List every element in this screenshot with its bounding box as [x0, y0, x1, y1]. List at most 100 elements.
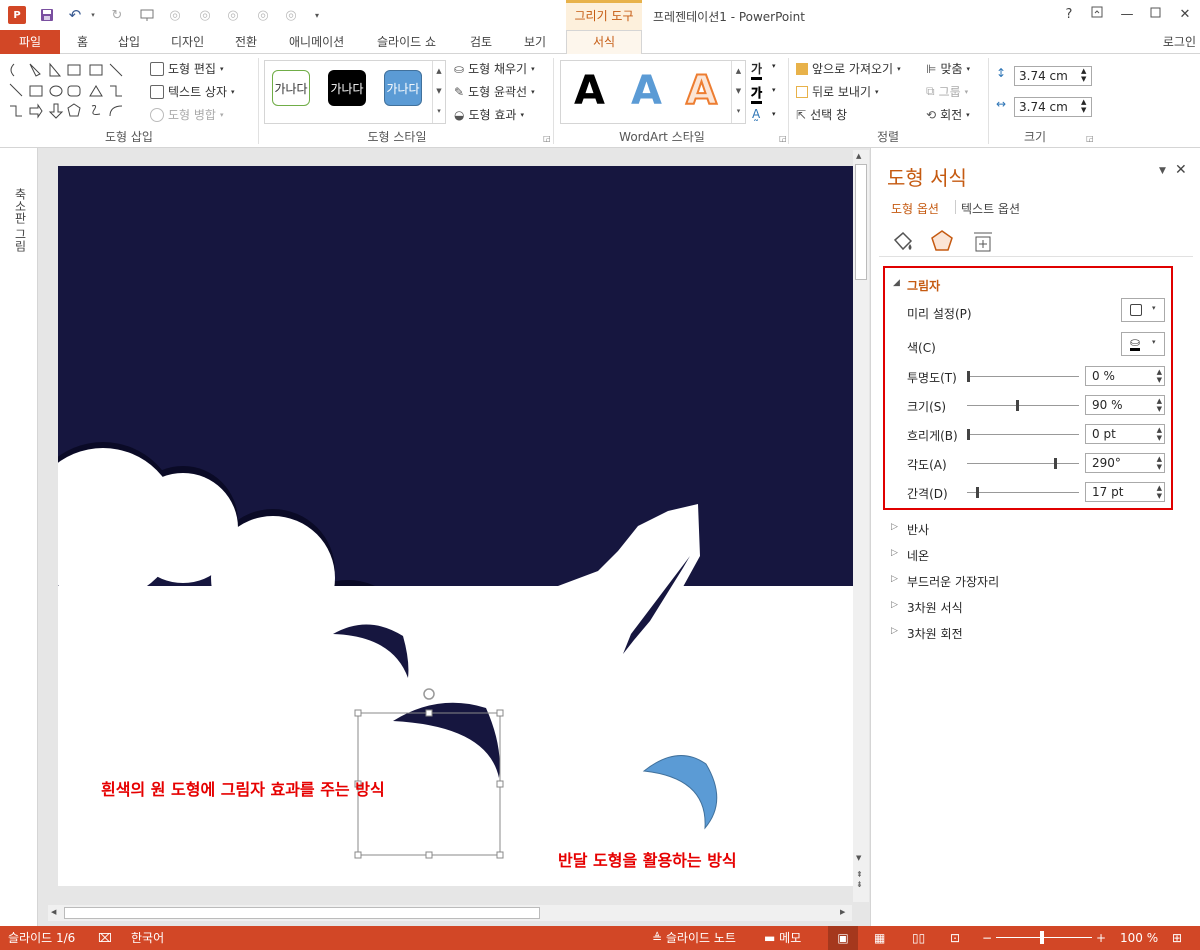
- restore-icon[interactable]: [1142, 4, 1168, 26]
- shadow-distance-spinner[interactable]: ▲ ▼: [1157, 484, 1162, 500]
- vertical-scroll-thumb[interactable]: [855, 164, 867, 280]
- send-backward-button[interactable]: 뒤로 보내기 ▾: [796, 83, 879, 100]
- shadow-distance-input[interactable]: 17 pt ▲ ▼: [1085, 482, 1165, 502]
- fit-to-window-icon[interactable]: ⊞: [1172, 926, 1182, 950]
- shadow-size-input[interactable]: 90 % ▲ ▼: [1085, 395, 1165, 415]
- shadow-blur-slider-thumb[interactable]: [967, 429, 970, 440]
- comments-button[interactable]: ▬ 메모: [764, 926, 801, 950]
- shadow-transparency-spinner[interactable]: ▲ ▼: [1157, 368, 1162, 384]
- shape-combine-icon[interactable]: ◎: [196, 6, 214, 24]
- shadow-size-slider-thumb[interactable]: [1016, 400, 1019, 411]
- notes-button[interactable]: ≜ 슬라이드 노트: [652, 926, 736, 950]
- shape-union-icon[interactable]: ◎: [166, 6, 184, 24]
- pane-options-icon[interactable]: ▼: [1159, 166, 1166, 176]
- spell-check-icon[interactable]: ⌧: [98, 926, 112, 950]
- ribbon-display-options-icon[interactable]: [1084, 4, 1110, 26]
- tab-review[interactable]: 검토: [470, 30, 492, 54]
- tab-animations[interactable]: 애니메이션: [289, 30, 344, 54]
- merge-shapes-button[interactable]: 도형 병합 ▾: [150, 106, 224, 123]
- text-outline-dropdown-icon[interactable]: ▾: [772, 86, 776, 94]
- effects-pentagon-icon[interactable]: [929, 228, 955, 257]
- shadow-angle-slider-thumb[interactable]: [1054, 458, 1057, 469]
- shadow-blur-input[interactable]: 0 pt ▲ ▼: [1085, 424, 1165, 444]
- shadow-preset-button[interactable]: ▾: [1121, 298, 1165, 322]
- shape-gallery[interactable]: [6, 60, 142, 122]
- edit-shape-button[interactable]: 도형 편집 ▾: [150, 60, 224, 77]
- shadow-size-spinner[interactable]: ▲ ▼: [1157, 397, 1162, 413]
- zoom-out-icon[interactable]: −: [982, 926, 992, 950]
- shape-intersect-icon[interactable]: ◎: [254, 6, 272, 24]
- text-effects-icon[interactable]: A̰: [752, 107, 760, 121]
- shape-style-blue[interactable]: 가나다: [384, 70, 422, 106]
- tab-transitions[interactable]: 전환: [235, 30, 257, 54]
- shadow-transparency-input[interactable]: 0 % ▲ ▼: [1085, 366, 1165, 386]
- shadow-blur-slider[interactable]: [967, 429, 1079, 440]
- scroll-up-icon[interactable]: ▲: [856, 152, 861, 160]
- shadow-transparency-slider[interactable]: [967, 371, 1079, 382]
- shape-width-spinner[interactable]: ▲ ▼: [1081, 98, 1086, 114]
- language-indicator[interactable]: 한국어: [131, 926, 164, 950]
- wordart-style-black[interactable]: A: [574, 68, 605, 114]
- shape-styles-launcher-icon[interactable]: ◲: [543, 134, 551, 143]
- selection-pane-button[interactable]: ⇱ 선택 창: [796, 106, 847, 123]
- customize-toolbar-icon[interactable]: ▾: [308, 6, 326, 24]
- slide-canvas[interactable]: 흰색의 원 도형에 그림자 효과를 주는 방식 반달 도형을 활용하는 방식: [58, 166, 853, 886]
- horizontal-scrollbar[interactable]: ◀ ▶: [48, 905, 852, 921]
- fill-line-icon[interactable]: [891, 230, 915, 257]
- section-3d-rotation[interactable]: 3차원 회전: [891, 625, 963, 642]
- size-launcher-icon[interactable]: ◲: [1086, 134, 1094, 143]
- shadow-blur-spinner[interactable]: ▲ ▼: [1157, 426, 1162, 442]
- wordart-style-orange[interactable]: A: [685, 67, 718, 115]
- size-properties-icon[interactable]: [971, 230, 995, 257]
- section-reflection[interactable]: 반사: [891, 521, 929, 538]
- shadow-distance-slider-thumb[interactable]: [976, 487, 979, 498]
- section-soft-edges[interactable]: 부드러운 가장자리: [891, 573, 999, 590]
- shape-fill-button[interactable]: ⛀ 도형 채우기 ▾: [454, 60, 535, 77]
- redo-icon[interactable]: ↻: [108, 6, 126, 24]
- tab-format[interactable]: 서식: [566, 30, 642, 55]
- shadow-distance-slider[interactable]: [967, 487, 1079, 498]
- save-icon[interactable]: [38, 6, 56, 24]
- shape-height-spinner[interactable]: ▲ ▼: [1081, 67, 1086, 83]
- normal-view-icon[interactable]: ▣: [828, 926, 858, 950]
- close-icon[interactable]: ✕: [1172, 4, 1198, 26]
- tab-shape-options[interactable]: 도형 옵션: [891, 200, 939, 217]
- shadow-angle-input[interactable]: 290° ▲ ▼: [1085, 453, 1165, 473]
- zoom-level[interactable]: 100 %: [1120, 926, 1158, 950]
- undo-dropdown-icon[interactable]: ▾: [84, 6, 102, 24]
- group-button[interactable]: ⧉ 그룹 ▾: [926, 83, 968, 100]
- shape-style-outline[interactable]: 가나다: [272, 70, 310, 106]
- shape-style-black[interactable]: 가나다: [328, 70, 366, 106]
- slide-sorter-icon[interactable]: ▦: [874, 926, 885, 950]
- shape-fragment-icon[interactable]: ◎: [224, 6, 242, 24]
- zoom-slider-thumb[interactable]: [1040, 931, 1044, 944]
- section-3d-format[interactable]: 3차원 서식: [891, 599, 963, 616]
- previous-next-slide-icons[interactable]: ⇞ ⇟: [856, 870, 863, 890]
- login-link[interactable]: 로그인: [1163, 30, 1196, 54]
- scroll-right-icon[interactable]: ▶: [840, 908, 845, 916]
- zoom-slider[interactable]: [996, 931, 1092, 944]
- shadow-section-header[interactable]: 그림자: [907, 277, 940, 294]
- shadow-size-slider[interactable]: [967, 400, 1079, 411]
- tab-design[interactable]: 디자인: [171, 30, 204, 54]
- horizontal-scroll-thumb[interactable]: [64, 907, 540, 919]
- wordart-style-blue[interactable]: A: [631, 68, 662, 114]
- collapse-shadow-icon[interactable]: ◢: [893, 278, 900, 288]
- shadow-angle-spinner[interactable]: ▲ ▼: [1157, 455, 1162, 471]
- tab-slideshow[interactable]: 슬라이드 쇼: [377, 30, 436, 54]
- text-outline-button[interactable]: 가: [750, 84, 763, 104]
- section-glow[interactable]: 네온: [891, 547, 929, 564]
- text-fill-dropdown-icon[interactable]: ▾: [772, 62, 776, 70]
- thumbnails-pane[interactable]: 축소판 그림: [0, 148, 38, 926]
- text-box-button[interactable]: 텍스트 상자 ▾: [150, 83, 235, 100]
- shape-effects-button[interactable]: ◒ 도형 효과 ▾: [454, 106, 524, 123]
- slideshow-view-icon[interactable]: ⊡: [950, 926, 960, 950]
- tab-home[interactable]: 홈: [77, 30, 88, 54]
- undo-icon[interactable]: ↶: [66, 6, 84, 24]
- minimize-icon[interactable]: —: [1114, 4, 1140, 26]
- shadow-angle-slider[interactable]: [967, 458, 1079, 469]
- reading-view-icon[interactable]: ▯▯: [912, 926, 925, 950]
- wordart-scroll[interactable]: ▲ ▼ ▾: [731, 61, 745, 123]
- tab-view[interactable]: 보기: [524, 30, 546, 54]
- shadow-transparency-slider-thumb[interactable]: [967, 371, 970, 382]
